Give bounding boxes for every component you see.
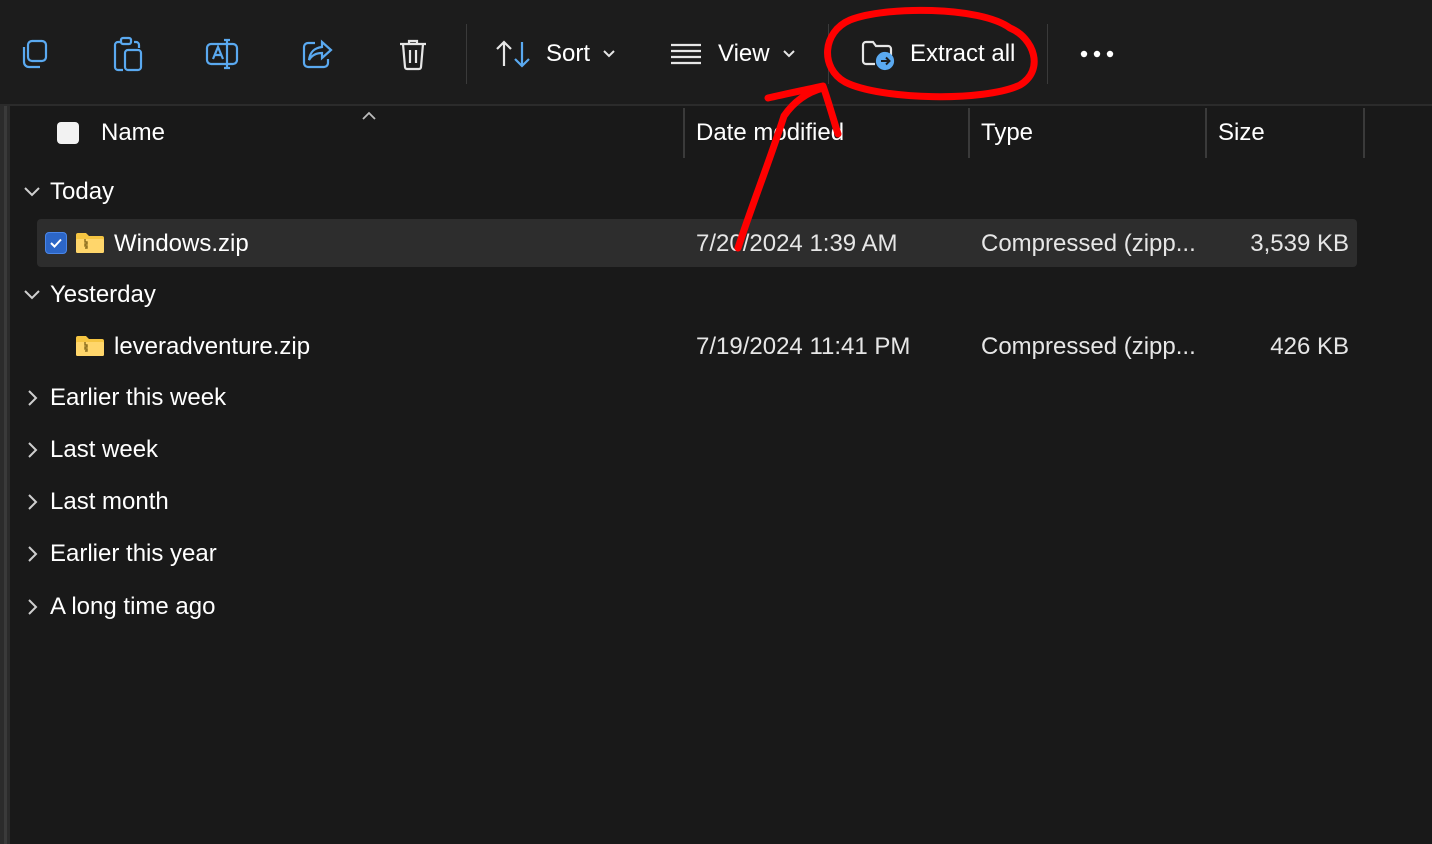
column-header-date-modified[interactable]: Date modified bbox=[696, 108, 844, 158]
zip-folder-icon bbox=[75, 232, 105, 259]
chevron-right-icon bbox=[22, 598, 42, 616]
group-header-a-long-time-ago[interactable]: A long time ago bbox=[22, 587, 215, 627]
paste-icon bbox=[111, 36, 145, 72]
copy-button[interactable] bbox=[14, 22, 54, 86]
group-header-last-week[interactable]: Last week bbox=[22, 430, 158, 470]
group-header-earlier-this-year[interactable]: Earlier this year bbox=[22, 534, 217, 574]
extract-all-button[interactable]: Extract all bbox=[860, 22, 1015, 86]
file-name[interactable]: leveradventure.zip bbox=[114, 327, 310, 367]
column-divider[interactable] bbox=[683, 108, 685, 158]
toolbar-separator bbox=[1047, 24, 1048, 84]
delete-icon bbox=[397, 37, 429, 71]
copy-icon bbox=[18, 38, 50, 70]
pane-splitter[interactable] bbox=[4, 106, 7, 844]
file-name: Windows.zip bbox=[114, 230, 249, 257]
chevron-right-icon bbox=[22, 441, 42, 459]
sort-label: Sort bbox=[546, 40, 591, 67]
chevron-down-icon bbox=[22, 186, 42, 198]
sort-ascending-icon bbox=[361, 108, 377, 126]
file-explorer-window: Sort View Extract all Name Date modified… bbox=[0, 0, 1432, 844]
group-header-earlier-this-week[interactable]: Earlier this week bbox=[22, 378, 226, 418]
file-type: Compressed (zipp... bbox=[981, 230, 1196, 257]
command-bar: Sort View Extract all bbox=[0, 0, 1432, 106]
more-options-button[interactable] bbox=[1076, 22, 1118, 86]
share-button[interactable] bbox=[298, 22, 338, 86]
column-divider[interactable] bbox=[1363, 108, 1365, 158]
chevron-down-icon bbox=[602, 49, 616, 59]
group-header-today[interactable]: Today bbox=[22, 172, 114, 212]
file-size: 3,539 KB bbox=[1250, 230, 1349, 257]
extract-icon bbox=[860, 37, 896, 71]
select-all-checkbox[interactable] bbox=[57, 122, 79, 144]
file-date-modified: 7/19/2024 11:41 PM bbox=[696, 333, 911, 360]
file-row-checkbox[interactable] bbox=[45, 232, 67, 254]
group-header-yesterday[interactable]: Yesterday bbox=[22, 275, 156, 315]
view-label: View bbox=[718, 40, 770, 67]
toolbar-separator bbox=[828, 24, 829, 84]
view-icon bbox=[668, 40, 704, 68]
chevron-down-icon bbox=[782, 49, 796, 59]
column-header-size[interactable]: Size bbox=[1218, 108, 1265, 158]
chevron-right-icon bbox=[22, 493, 42, 511]
sort-icon-arrow-down bbox=[512, 38, 532, 70]
chevron-down-icon bbox=[22, 289, 42, 301]
zip-folder-icon bbox=[75, 335, 105, 362]
sort-button[interactable]: Sort bbox=[494, 22, 616, 86]
extract-all-label: Extract all bbox=[910, 40, 1016, 67]
rename-icon bbox=[204, 37, 240, 71]
group-header-last-month[interactable]: Last month bbox=[22, 482, 169, 522]
chevron-right-icon bbox=[22, 389, 42, 407]
column-divider[interactable] bbox=[1205, 108, 1207, 158]
file-size: 426 KB bbox=[1270, 333, 1349, 360]
paste-button[interactable] bbox=[108, 22, 148, 86]
share-icon bbox=[301, 38, 335, 70]
more-icon bbox=[1079, 49, 1115, 59]
file-date-modified: 7/20/2024 1:39 AM bbox=[696, 230, 898, 257]
column-header-type[interactable]: Type bbox=[981, 108, 1033, 158]
toolbar-separator bbox=[466, 24, 467, 84]
view-button[interactable]: View bbox=[668, 22, 796, 86]
column-divider[interactable] bbox=[968, 108, 970, 158]
rename-button[interactable] bbox=[202, 22, 242, 86]
column-header-name[interactable]: Name bbox=[101, 108, 165, 158]
chevron-right-icon bbox=[22, 545, 42, 563]
file-type: Compressed (zipp... bbox=[981, 333, 1196, 360]
delete-button[interactable] bbox=[393, 22, 433, 86]
